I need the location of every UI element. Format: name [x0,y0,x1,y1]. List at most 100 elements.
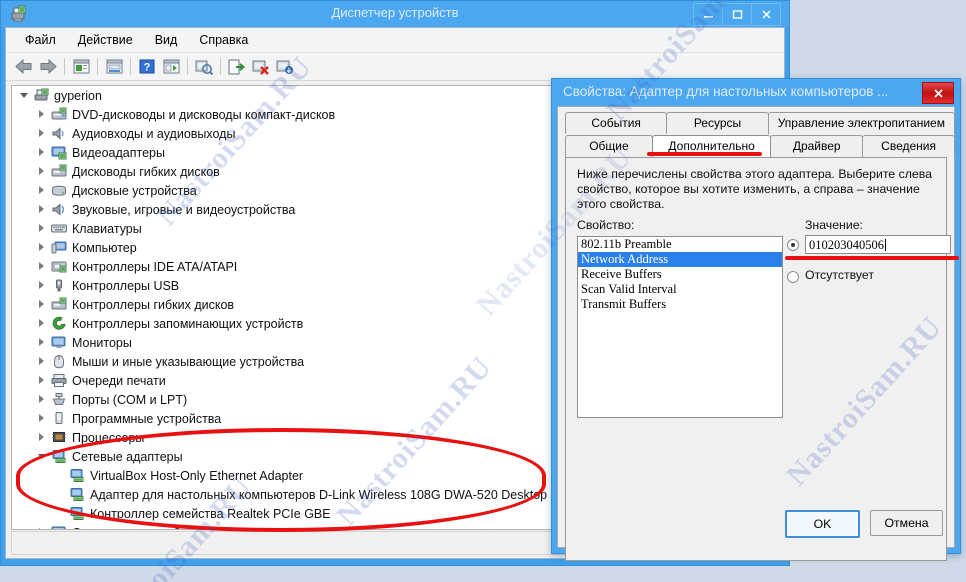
display-adapter-icon [51,145,67,160]
menu-bar: Файл Действие Вид Справка [6,28,784,53]
tree-item-label: Мыши и иные указывающие устройства [72,355,304,369]
chevron-right-icon[interactable] [38,300,47,309]
tree-item-label: Звуковые, игровые и видеоустройства [72,203,295,217]
update-driver-icon[interactable] [225,56,249,78]
chevron-right-icon[interactable] [38,167,47,176]
tab-driver[interactable]: Драйвер [770,135,863,157]
tab-power-management[interactable]: Управление электропитанием [768,112,955,134]
toolbar-separator [187,58,188,75]
port-icon [51,392,67,407]
menu-view[interactable]: Вид [144,30,189,50]
tab-details[interactable]: Сведения [862,135,955,157]
network-card-icon [69,487,85,502]
menu-action[interactable]: Действие [67,30,144,50]
dialog-client-area: События Ресурсы Управление электропитани… [557,106,955,548]
window-controls [694,3,781,26]
menu-help[interactable]: Справка [188,30,259,50]
processor-icon [51,430,67,445]
tab-advanced[interactable]: Дополнительно [652,135,771,157]
chevron-right-icon[interactable] [38,205,47,214]
maximize-button[interactable] [722,3,752,26]
uninstall-device-icon[interactable] [273,56,297,78]
tab-events[interactable]: События [565,112,667,134]
tab-general[interactable]: Общие [565,135,653,157]
tree-item-label: Клавиатуры [72,222,142,236]
tab-row-top: События Ресурсы Управление электропитани… [558,107,954,134]
chevron-right-icon[interactable] [38,319,47,328]
chevron-right-icon[interactable] [38,338,47,347]
computer-node-icon [51,240,67,255]
not-present-radio[interactable] [787,271,799,283]
tree-item-label: Порты (COM и LPT) [72,393,187,407]
value-label: Значение: [805,218,863,232]
chevron-right-icon[interactable] [38,148,47,157]
scan-hardware-changes-icon[interactable] [192,56,216,78]
close-button[interactable] [751,3,781,26]
tab-resources[interactable]: Ресурсы [666,112,768,134]
usb-controller-icon [51,278,67,293]
tree-item-label: VirtualBox Host-Only Ethernet Adapter [90,469,303,483]
monitor-icon [51,335,67,350]
menu-file[interactable]: Файл [14,30,67,50]
chevron-right-icon[interactable] [38,528,47,530]
floppy-controller-icon [51,297,67,312]
chevron-down-icon[interactable] [38,452,47,461]
disable-device-icon[interactable] [249,56,273,78]
software-device-icon [51,411,67,426]
chevron-right-icon[interactable] [38,376,47,385]
toolbar: ? [6,53,784,81]
chevron-right-icon[interactable] [38,281,47,290]
minimize-button[interactable] [693,3,723,26]
chevron-right-icon[interactable] [38,110,47,119]
scan-list-icon[interactable] [159,56,183,78]
dialog-title-bar[interactable]: Свойства: Адаптер для настольных компьют… [552,79,960,106]
chevron-down-icon[interactable] [20,91,29,100]
property-list-item[interactable]: 802.11b Preamble [578,237,782,252]
tree-root-label: gyperion [54,89,102,103]
value-radio[interactable] [787,239,799,251]
printer-icon [51,373,67,388]
property-list-item[interactable]: Transmit Buffers [578,297,782,312]
chevron-right-icon[interactable] [38,414,47,423]
disk-drive-icon [51,183,67,198]
details-pane-icon[interactable] [102,56,126,78]
cancel-button[interactable]: Отмена [870,510,943,536]
network-adapter-icon [51,449,67,464]
chevron-right-icon[interactable] [38,243,47,252]
chevron-right-icon[interactable] [38,262,47,271]
property-list[interactable]: 802.11b PreambleNetwork AddressReceive B… [577,236,783,418]
tree-item-label: Очереди печати [72,374,166,388]
chevron-right-icon[interactable] [38,357,47,366]
help-icon[interactable]: ? [135,56,159,78]
chevron-right-icon[interactable] [38,129,47,138]
floppy-drive-icon [51,164,67,179]
tree-item-label: Программные устройства [72,412,221,426]
property-list-item[interactable]: Scan Valid Interval [578,282,782,297]
chevron-right-icon[interactable] [38,224,47,233]
property-list-item[interactable]: Network Address [578,252,782,267]
properties-icon[interactable] [69,56,93,78]
computer-icon [33,88,49,103]
chevron-right-icon[interactable] [38,433,47,442]
network-card-icon [69,468,85,483]
svg-text:?: ? [144,62,151,74]
ok-button[interactable]: OK [785,510,860,538]
value-input[interactable]: 010203040506 [805,235,951,254]
property-list-item[interactable]: Receive Buffers [578,267,782,282]
keyboard-icon [51,221,67,236]
audio-io-icon [51,126,67,141]
tree-item-label: Контроллеры IDE ATA/ATAPI [72,260,237,274]
storage-controller-icon [51,316,67,331]
chevron-right-icon[interactable] [38,186,47,195]
tree-item-label: Процессоры [72,431,144,445]
chevron-right-icon[interactable] [38,395,47,404]
forward-arrow-icon[interactable] [36,56,60,78]
window-title-bar[interactable]: Диспетчер устройств [1,1,789,27]
dialog-close-button[interactable] [922,82,954,104]
toolbar-separator [220,58,221,75]
tree-item-label: Контроллеры USB [72,279,179,293]
back-arrow-icon[interactable] [12,56,36,78]
tree-item-label: Аудиовходы и аудиовыходы [72,127,235,141]
ide-controller-icon [51,259,67,274]
toolbar-separator [97,58,98,75]
